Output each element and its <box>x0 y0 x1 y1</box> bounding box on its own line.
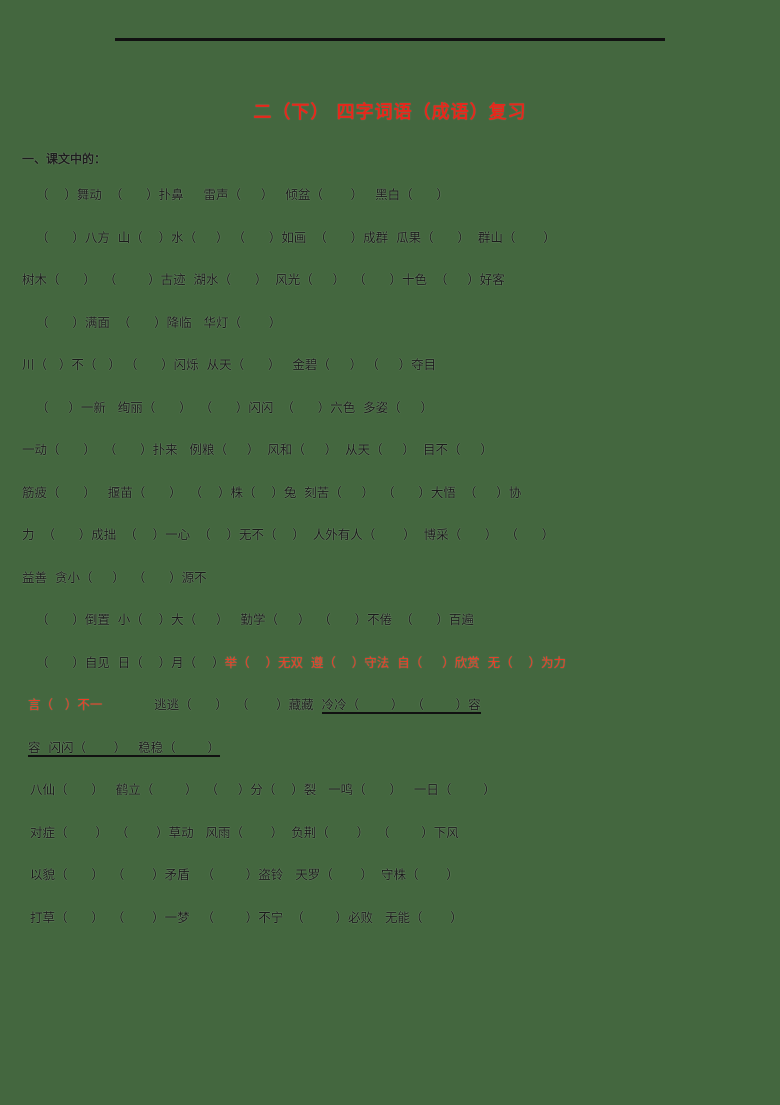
exercise-segment: 冷冷（ ） （ ）容 <box>321 697 481 714</box>
exercise-segment: （ ）自见 日（ ）月（ ） <box>36 654 225 670</box>
exercise-line: 筋疲（ ） 揠苗（ ） （ ）株（ ）兔 刻苦（ ） （ ）大悟 （ ）协 <box>0 484 780 527</box>
exercise-segment: 打草（ ） （ ）一梦 （ ）不宁 （ ）必败 无能（ ） <box>30 909 463 925</box>
exercise-segment: 益善 贪小（ ） （ ）源不 <box>22 569 207 585</box>
exercise-segment: 一动（ ） （ ）扑来 例粮（ ） 风和（ ） 从天（ ） 目不（ ） <box>22 442 493 457</box>
exercise-segment: 举（ ）无双 遵（ ）守法 自（ ）欣赏 无（ ）为力 <box>224 654 566 670</box>
exercise-line: 言（ ）不一 逃逃（ ） （ ）藏藏 冷冷（ ） （ ）容 <box>0 696 780 739</box>
exercise-line: 川（ ）不（ ） （ ）闪烁 从天（ ） 金碧（ ） （ ）夺目 <box>0 356 780 399</box>
exercise-line: 一动（ ） （ ）扑来 例粮（ ） 风和（ ） 从天（ ） 目不（ ） <box>0 441 780 484</box>
exercise-line: （ ）舞动 （ ）扑鼻 雷声（ ） 倾盆（ ） 黑白（ ） <box>0 186 780 229</box>
exercise-segment: 力 （ ）成拙 （ ）一心 （ ）无不（ ） 人外有人（ ） 博采（ ） （ ） <box>22 527 555 542</box>
exercise-line: 对症（ ） （ ）草动 风雨（ ） 负荆（ ） （ ）下风 <box>0 824 780 867</box>
exercise-line: 益善 贪小（ ） （ ）源不 <box>0 569 780 612</box>
exercise-segment: 筋疲（ ） 揠苗（ ） （ ）株（ ）兔 刻苦（ ） （ ）大悟 （ ）协 <box>22 484 522 500</box>
exercise-line: 树木（ ） （ ）古迹 湖水（ ） 风光（ ） （ ）十色 （ ）好客 <box>0 271 780 314</box>
exercise-line: 容 闪闪（ ） 稳稳（ ） <box>0 739 780 782</box>
exercise-segment: 对症（ ） （ ）草动 风雨（ ） 负荆（ ） （ ）下风 <box>30 824 459 840</box>
exercise-line: 八仙（ ） 鹤立（ ） （ ）分（ ）裂 一鸣（ ） 一日（ ） <box>0 781 780 824</box>
exercise-line: （ ）八方 山（ ）水（ ） （ ）如画 （ ）成群 瓜果（ ） 群山（ ） <box>0 229 780 272</box>
exercise-line: 打草（ ） （ ）一梦 （ ）不宁 （ ）必败 无能（ ） <box>0 909 780 952</box>
page-title: 二（下） 四字词语（成语）复习 <box>253 102 527 123</box>
section-heading: 一、课文中的： <box>22 152 107 166</box>
exercise-segment: （ ）八方 山（ ）水（ ） （ ）如画 （ ）成群 瓜果（ ） 群山（ ） <box>36 229 556 245</box>
exercise-segment: 逃逃（ ） （ ）藏藏 <box>102 697 322 712</box>
exercise-line: 以貌（ ） （ ）矛盾 （ ）盗铃 天罗（ ） 守株（ ） <box>0 866 780 909</box>
exercise-line: （ ）自见 日（ ）月（ ）举（ ）无双 遵（ ）守法 自（ ）欣赏 无（ ）为… <box>0 654 780 697</box>
exercise-lines: （ ）舞动 （ ）扑鼻 雷声（ ） 倾盆（ ） 黑白（ ） （ ）八方 山（ ）水… <box>0 186 780 951</box>
header-rule <box>115 38 665 41</box>
exercise-line: （ ）倒置 小（ ）大（ ） 勤学（ ） （ ）不倦 （ ）百遍 <box>0 611 780 654</box>
exercise-line: （ ）一新 绚丽（ ） （ ）闪闪 （ ）六色 多姿（ ） <box>0 399 780 442</box>
exercise-segment: 以貌（ ） （ ）矛盾 （ ）盗铃 天罗（ ） 守株（ ） <box>30 867 459 882</box>
worksheet-page: 二（下） 四字词语（成语）复习 一、课文中的： （ ）舞动 （ ）扑鼻 雷声（ … <box>0 0 780 1105</box>
exercise-segment: （ ）满面 （ ）降临 华灯（ ） <box>36 314 282 330</box>
exercise-line: （ ）满面 （ ）降临 华灯（ ） <box>0 314 780 357</box>
exercise-segment: 容 闪闪（ ） 稳稳（ ） <box>28 739 220 757</box>
exercise-segment: 八仙（ ） 鹤立（ ） （ ）分（ ）裂 一鸣（ ） 一日（ ） <box>30 782 496 797</box>
exercise-segment: 言（ ）不一 <box>28 697 103 712</box>
exercise-segment: （ ）倒置 小（ ）大（ ） 勤学（ ） （ ）不倦 （ ）百遍 <box>36 612 474 627</box>
exercise-segment: 树木（ ） （ ）古迹 湖水（ ） 风光（ ） （ ）十色 （ ）好客 <box>22 272 505 287</box>
exercise-segment: （ ）一新 绚丽（ ） （ ）闪闪 （ ）六色 多姿（ ） <box>36 399 434 415</box>
exercise-segment: 川（ ）不（ ） （ ）闪烁 从天（ ） 金碧（ ） （ ）夺目 <box>22 357 437 372</box>
exercise-line: 力 （ ）成拙 （ ）一心 （ ）无不（ ） 人外有人（ ） 博采（ ） （ ） <box>0 526 780 569</box>
exercise-segment: （ ）舞动 （ ）扑鼻 雷声（ ） 倾盆（ ） 黑白（ ） <box>36 187 449 202</box>
